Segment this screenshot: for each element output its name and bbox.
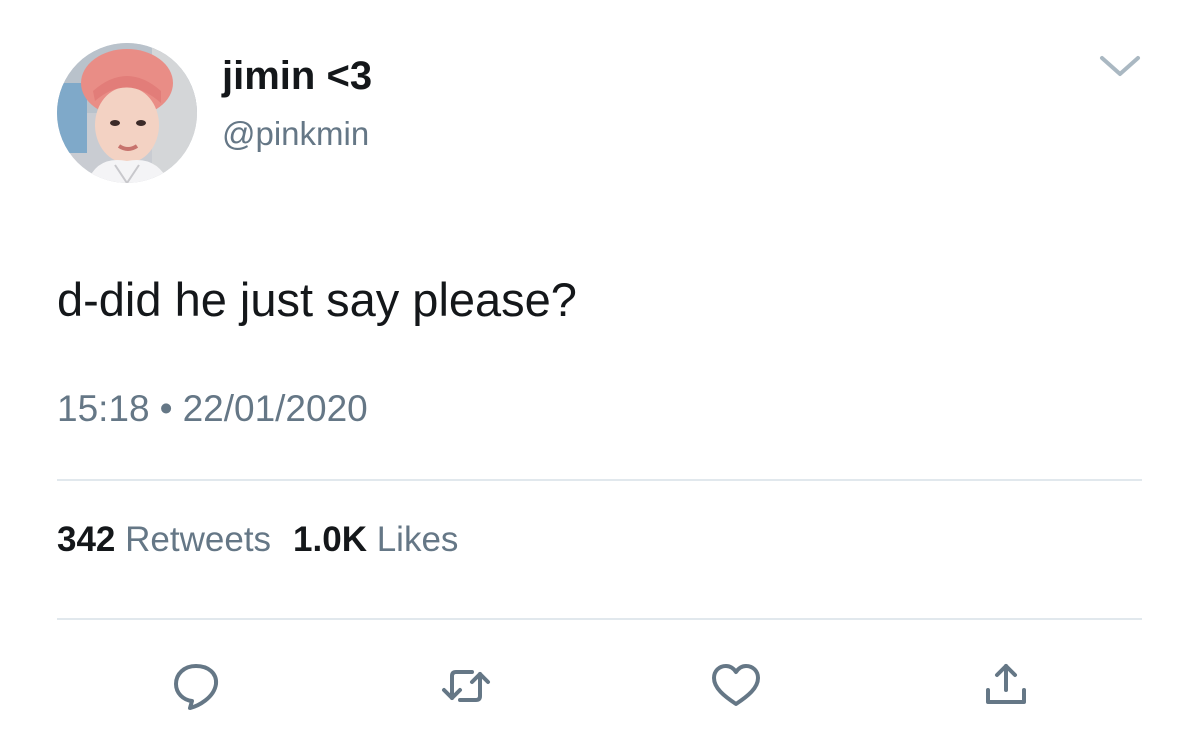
like-button[interactable] bbox=[708, 658, 764, 714]
chevron-down-icon[interactable] bbox=[1098, 50, 1142, 82]
reply-button[interactable] bbox=[168, 658, 224, 714]
divider bbox=[57, 479, 1142, 481]
avatar[interactable] bbox=[57, 43, 197, 183]
tweet-timestamp[interactable]: 15:18 • 22/01/2020 bbox=[57, 386, 368, 432]
retweets-label: Retweets bbox=[125, 520, 272, 559]
retweets-count: 342 bbox=[57, 520, 116, 559]
likes-stat[interactable]: 1.0K Likes bbox=[293, 520, 458, 559]
divider bbox=[57, 618, 1142, 620]
meta-separator: • bbox=[159, 388, 173, 429]
retweet-icon bbox=[442, 670, 490, 702]
tweet-detail: jimin <3 @pinkmin d-did he just say plea… bbox=[0, 0, 1200, 750]
tweet-time: 15:18 bbox=[57, 388, 150, 429]
likes-count: 1.0K bbox=[293, 520, 367, 559]
share-button[interactable] bbox=[978, 658, 1034, 714]
reply-icon bbox=[174, 664, 219, 710]
tweet-date: 22/01/2020 bbox=[182, 388, 368, 429]
tweet-stats: 342 Retweets 1.0K Likes bbox=[57, 518, 458, 562]
tweet-text: d-did he just say please? bbox=[57, 273, 577, 326]
retweet-button[interactable] bbox=[438, 658, 494, 714]
share-icon bbox=[986, 664, 1026, 704]
author-display-name[interactable]: jimin <3 bbox=[222, 52, 372, 100]
retweets-stat[interactable]: 342 Retweets bbox=[57, 520, 271, 559]
like-icon bbox=[712, 664, 760, 706]
likes-label: Likes bbox=[376, 520, 459, 559]
author-handle[interactable]: @pinkmin bbox=[222, 114, 369, 154]
